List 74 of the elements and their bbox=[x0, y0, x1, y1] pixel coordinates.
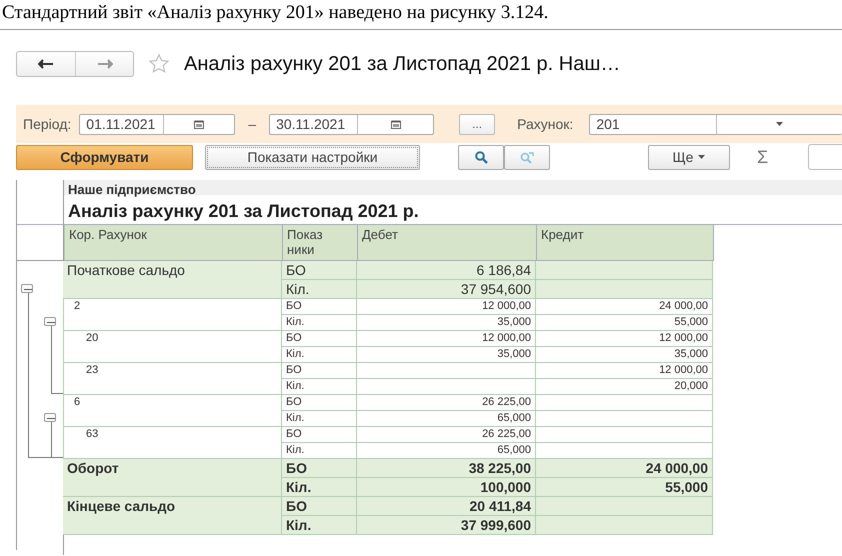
generate-button[interactable]: Сформувати bbox=[16, 144, 193, 170]
column-header: Кредит bbox=[537, 225, 714, 261]
indicator-cell: БО bbox=[282, 363, 357, 379]
indicator-cell: Кіл. bbox=[282, 280, 357, 299]
credit-cell: 12 000,00 bbox=[536, 363, 713, 379]
debit-cell: 12 000,00 bbox=[357, 299, 536, 315]
indicator-cell: БО bbox=[282, 459, 357, 478]
right-arrow-icon bbox=[96, 59, 112, 69]
report-title: Аналіз рахунку 201 за Листопад 2021 р. bbox=[67, 200, 420, 223]
credit-cell: 55,000 bbox=[536, 478, 713, 497]
indicator-cell: БО bbox=[282, 261, 357, 280]
row-label: Кінцеве сальдо bbox=[63, 497, 282, 516]
credit-cell: 24 000,00 bbox=[536, 299, 713, 315]
row-label: Оборот bbox=[63, 459, 282, 478]
debit-cell: 20 411,84 bbox=[357, 497, 536, 516]
date-to-field[interactable]: 30.11.2021 bbox=[269, 114, 434, 134]
row-label: Початкове сальдо bbox=[63, 261, 282, 280]
company-name: Наше підприємство bbox=[64, 180, 842, 195]
collapse-button[interactable] bbox=[44, 317, 56, 326]
collapse-button[interactable] bbox=[44, 413, 56, 422]
column-header: Дебет bbox=[358, 225, 537, 261]
account-cell: 6 bbox=[63, 395, 282, 411]
debit-cell: 37 999,600 bbox=[357, 516, 536, 535]
indicator-cell: БО bbox=[282, 299, 357, 315]
account-cell: 63 bbox=[63, 427, 282, 443]
debit-cell: 35,000 bbox=[357, 347, 536, 363]
debit-cell: 6 186,84 bbox=[357, 261, 536, 280]
indicator-cell: БО bbox=[282, 427, 357, 443]
period-select-button[interactable]: ... bbox=[459, 114, 496, 134]
search-next-icon bbox=[519, 150, 535, 164]
indicator-cell: Кіл. bbox=[282, 379, 357, 395]
collapse-button[interactable] bbox=[21, 284, 33, 292]
indicator-cell: БО bbox=[282, 497, 357, 516]
period-label: Період: bbox=[23, 116, 72, 132]
caption-text: Стандартний звіт «Аналіз рахунку 201» наведено на рисунку 3.124. bbox=[2, 2, 548, 23]
indicator-cell: БО bbox=[282, 395, 357, 411]
left-arrow-icon bbox=[38, 59, 54, 69]
debit-cell: 26 225,00 bbox=[357, 395, 536, 411]
account-label: Рахунок: bbox=[517, 116, 574, 132]
indicator-cell: Кіл. bbox=[282, 347, 357, 363]
account-cell: 23 bbox=[63, 363, 282, 379]
account-field[interactable]: 201 bbox=[589, 114, 842, 134]
search-button[interactable] bbox=[458, 144, 504, 170]
sum-label[interactable]: Σ bbox=[757, 147, 768, 167]
account-cell: 20 bbox=[63, 331, 282, 347]
debit-cell: 12 000,00 bbox=[357, 331, 536, 347]
date-from-field[interactable]: 01.11.2021 bbox=[79, 114, 236, 134]
column-header: Показ ники bbox=[283, 225, 358, 261]
debit-cell: 38 225,00 bbox=[357, 459, 536, 478]
indicator-cell: Кіл. bbox=[282, 516, 357, 535]
indicator-cell: Кіл. bbox=[282, 315, 357, 331]
indicator-cell: БО bbox=[282, 331, 357, 347]
show-settings-button[interactable]: Показати настройки bbox=[205, 144, 420, 170]
account-cell: 2 bbox=[63, 299, 282, 315]
column-header: Кор. Рахунок bbox=[64, 225, 283, 261]
indicator-cell: Кіл. bbox=[282, 478, 357, 497]
debit-cell: 35,000 bbox=[357, 315, 536, 331]
debit-cell: 65,000 bbox=[357, 411, 536, 427]
more-button[interactable]: Ще bbox=[648, 144, 730, 170]
search-icon bbox=[474, 150, 488, 164]
credit-cell: 55,000 bbox=[536, 315, 713, 331]
debit-cell: 100,000 bbox=[357, 478, 536, 497]
date-separator: – bbox=[248, 116, 256, 132]
caret-icon bbox=[698, 155, 706, 159]
credit-cell: 24 000,00 bbox=[536, 459, 713, 478]
debit-cell: 37 954,600 bbox=[357, 280, 536, 299]
indicator-cell: Кіл. bbox=[282, 411, 357, 427]
window-title: Аналіз рахунку 201 за Листопад 2021 р. Наш… bbox=[184, 52, 620, 76]
star-icon[interactable] bbox=[148, 53, 170, 75]
sum-field[interactable] bbox=[808, 144, 842, 170]
credit-cell: 12 000,00 bbox=[536, 331, 713, 347]
credit-cell: 35,000 bbox=[536, 347, 713, 363]
credit-cell: 20,000 bbox=[536, 379, 713, 395]
debit-cell: 26 225,00 bbox=[357, 427, 536, 443]
